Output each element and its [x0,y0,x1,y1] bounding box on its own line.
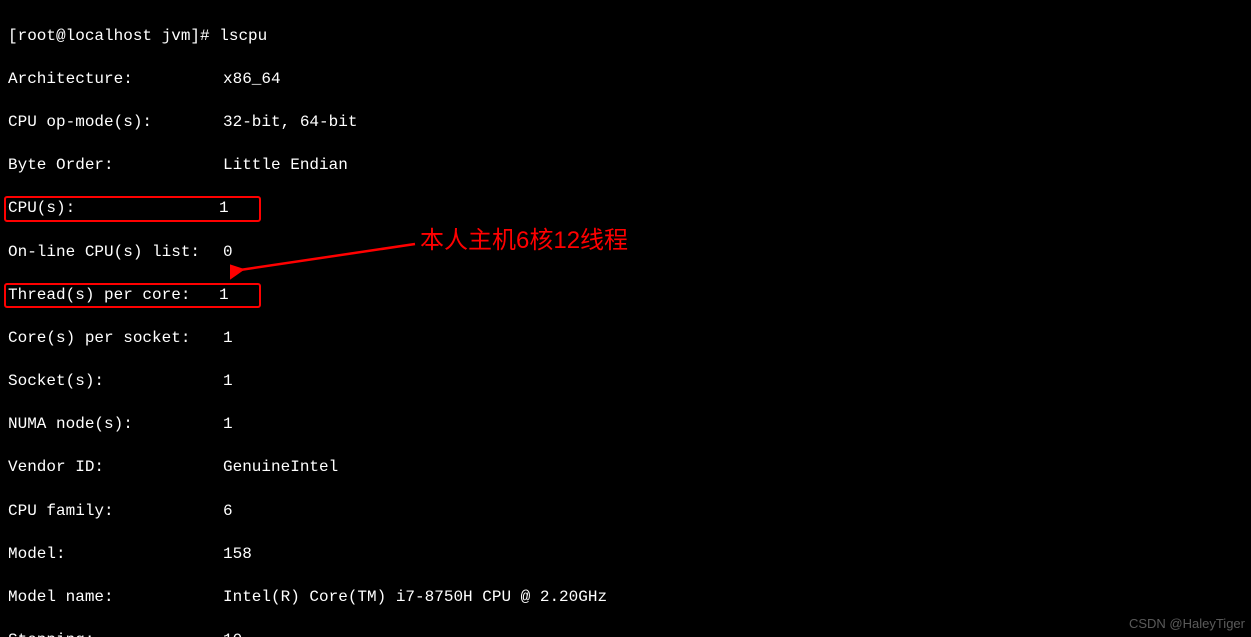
val: 1 [219,286,229,304]
val: 32-bit, 64-bit [223,112,357,134]
val: 1 [223,414,233,436]
watermark-text: CSDN @HaleyTiger [1129,615,1245,633]
row-numa-nodes: NUMA node(s):1 [8,414,1243,436]
row-sockets: Socket(s):1 [8,371,1243,393]
val: x86_64 [223,69,281,91]
lbl: Model name: [8,587,223,609]
lbl: Vendor ID: [8,457,223,479]
val: Little Endian [223,155,348,177]
lbl: CPU(s): [8,198,219,220]
lbl: NUMA node(s): [8,414,223,436]
row-byte-order: Byte Order:Little Endian [8,155,1243,177]
row-stepping: Stepping:10 [8,630,1243,637]
terminal-output: [root@localhost jvm]# lscpu Architecture… [0,0,1251,637]
lbl: Socket(s): [8,371,223,393]
val: 10 [223,630,242,637]
lbl: Core(s) per socket: [8,328,223,350]
row-threads-highlight: Thread(s) per core:1 [8,285,1243,307]
lbl: On-line CPU(s) list: [8,242,223,264]
val: 6 [223,501,233,523]
val: 1 [223,371,233,393]
row-model: Model:158 [8,544,1243,566]
lbl: CPU op-mode(s): [8,112,223,134]
row-architecture: Architecture:x86_64 [8,69,1243,91]
lbl: CPU family: [8,501,223,523]
val: 1 [223,328,233,350]
lbl: Architecture: [8,69,223,91]
val: 0 [223,242,233,264]
lbl: Byte Order: [8,155,223,177]
row-cpus-highlight: CPU(s):1 [8,198,1243,220]
prompt-line: [root@localhost jvm]# lscpu [8,26,1243,48]
lbl: Thread(s) per core: [8,285,219,307]
row-vendor: Vendor ID:GenuineIntel [8,457,1243,479]
val: GenuineIntel [223,457,338,479]
lbl: Stepping: [8,630,223,637]
row-family: CPU family:6 [8,501,1243,523]
val: 158 [223,544,252,566]
lbl: Model: [8,544,223,566]
row-model-name: Model name:Intel(R) Core(TM) i7-8750H CP… [8,587,1243,609]
row-online-cpus: On-line CPU(s) list:0 [8,242,1243,264]
row-op-modes: CPU op-mode(s):32-bit, 64-bit [8,112,1243,134]
val: Intel(R) Core(TM) i7-8750H CPU @ 2.20GHz [223,587,607,609]
row-cores: Core(s) per socket:1 [8,328,1243,350]
val: 1 [219,199,229,217]
